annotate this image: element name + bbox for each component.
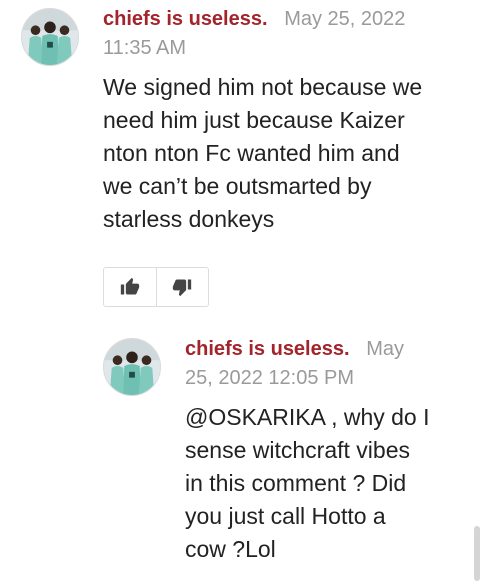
comment-body-line: you just call Hotto a	[185, 503, 386, 529]
comment-body-line: need him just because Kaizer	[103, 107, 405, 133]
team-photo-avatar-icon	[22, 9, 78, 65]
comment-body-line: starless donkeys	[103, 206, 275, 232]
comment-meta: chiefs is useless. May 25, 2022 12:05 PM	[185, 335, 455, 393]
comment-body: We signed him not because we need him ju…	[103, 71, 463, 236]
comment-body: @OSKARIKA , why do I sense witchcraft vi…	[185, 401, 455, 566]
downvote-button[interactable]	[155, 268, 209, 306]
team-photo-avatar-icon	[104, 339, 160, 395]
avatar[interactable]	[103, 338, 161, 396]
comment-author[interactable]: chiefs is useless.	[103, 8, 268, 30]
comment-body-line: in this comment ? Did	[185, 470, 407, 496]
comment-date[interactable]: May	[366, 338, 404, 360]
comment-date[interactable]: May 25, 2022	[284, 8, 405, 30]
comment-1: chiefs is useless. May 25, 2022 11:35 AM…	[0, 0, 480, 320]
thumbs-up-icon	[120, 277, 139, 295]
comment-reply: chiefs is useless. May 25, 2022 12:05 PM…	[0, 330, 480, 581]
comment-body-line: nton nton Fc wanted him and	[103, 140, 400, 166]
comment-body-line: cow ?Lol	[185, 536, 276, 562]
comment-body-line: @OSKARIKA , why do I	[185, 404, 430, 430]
scrollbar[interactable]	[474, 526, 480, 581]
comment-body-line: sense witchcraft vibes	[185, 437, 410, 463]
comment-time[interactable]: 11:35 AM	[103, 37, 186, 59]
thumbs-down-icon	[173, 279, 192, 297]
comment-time[interactable]: 25, 2022 12:05 PM	[185, 367, 354, 389]
avatar[interactable]	[21, 8, 79, 66]
comment-meta: chiefs is useless. May 25, 2022 11:35 AM	[103, 5, 443, 63]
upvote-button[interactable]	[104, 268, 156, 306]
vote-buttons	[103, 267, 209, 307]
comment-body-line: we can’t be outsmarted by	[103, 173, 372, 199]
comment-body-line: We signed him not because we	[103, 74, 423, 100]
comment-author[interactable]: chiefs is useless.	[185, 338, 350, 360]
